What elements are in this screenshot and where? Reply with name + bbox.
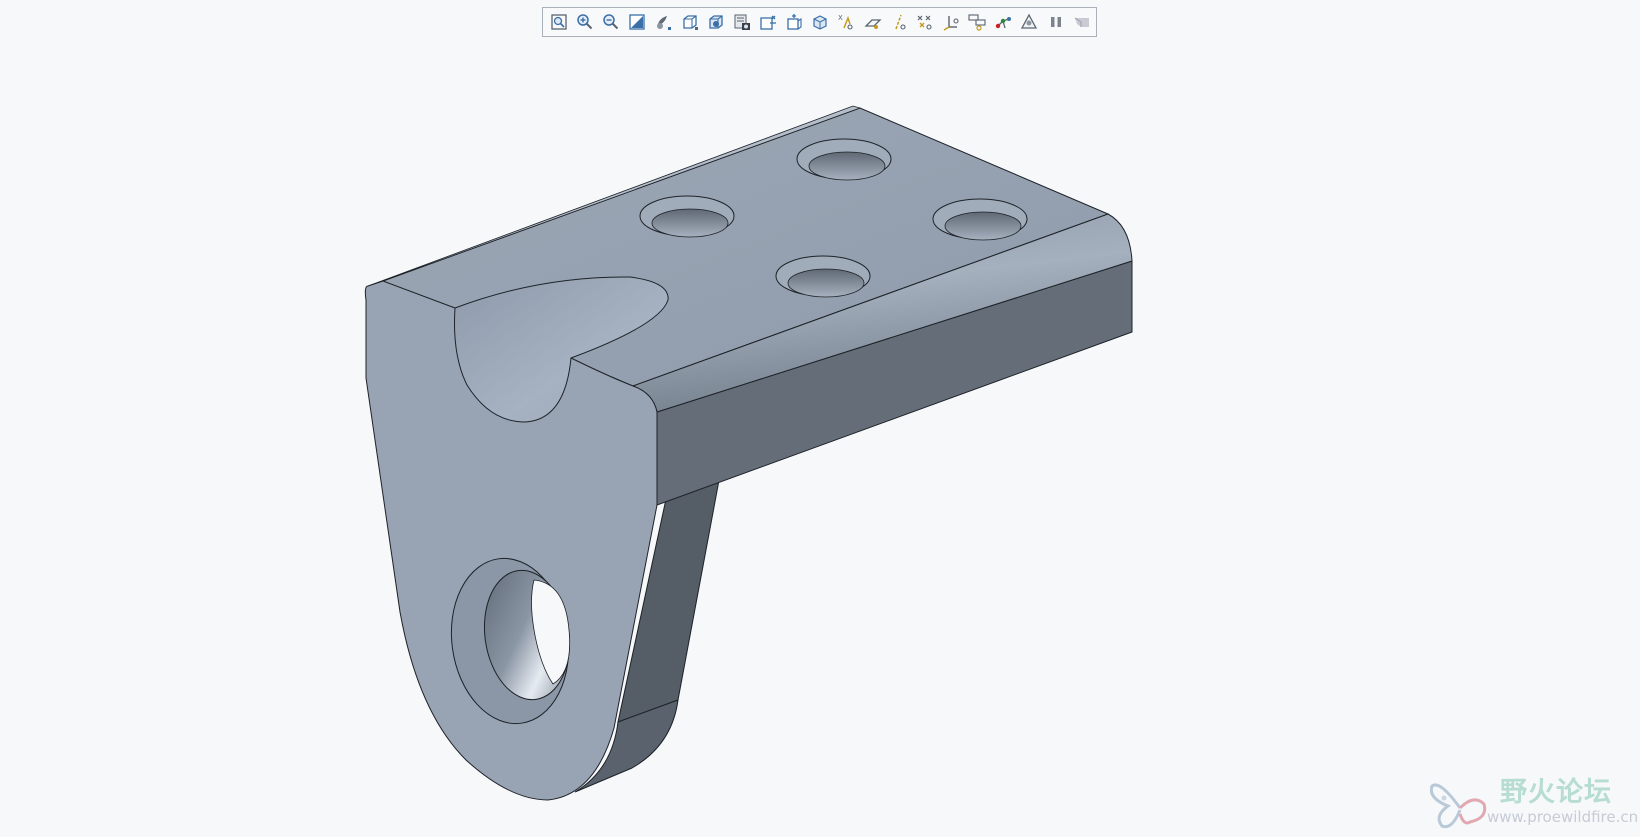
pause-button[interactable] bbox=[1044, 10, 1068, 34]
repaint-button[interactable] bbox=[625, 10, 649, 34]
disabled-flag-icon bbox=[1074, 17, 1089, 27]
svg-text:X: X bbox=[838, 14, 843, 22]
graphics-window[interactable]: X 野火论坛 www.proewildfire.cn bbox=[0, 0, 1640, 837]
spin-center-icon bbox=[813, 15, 827, 30]
skeleton-button[interactable] bbox=[991, 10, 1015, 34]
view-normal-button[interactable] bbox=[965, 10, 989, 34]
refit-icon bbox=[551, 14, 567, 30]
watermark: 野火论坛 www.proewildfire.cn bbox=[1430, 768, 1640, 834]
graphics-toolbar: X bbox=[542, 7, 1097, 37]
perspective-view-button[interactable] bbox=[782, 10, 806, 34]
point-display-button[interactable] bbox=[913, 10, 937, 34]
appearance-gallery-icon bbox=[734, 14, 750, 30]
csys-display-button[interactable] bbox=[939, 10, 963, 34]
butterfly-logo-icon bbox=[1430, 783, 1487, 829]
zoom-in-icon bbox=[577, 14, 593, 30]
view-manager-icon bbox=[709, 15, 723, 29]
axis-display-icon bbox=[895, 14, 906, 30]
zoom-out-button[interactable] bbox=[599, 10, 623, 34]
saved-orientations-button[interactable] bbox=[678, 10, 702, 34]
saved-orientations-icon bbox=[682, 15, 698, 30]
section-icon bbox=[760, 15, 777, 30]
spin-center-button[interactable] bbox=[808, 10, 832, 34]
pause-icon bbox=[1050, 17, 1061, 27]
repaint-icon bbox=[629, 14, 645, 30]
plane-display-button[interactable] bbox=[861, 10, 885, 34]
section-button[interactable] bbox=[756, 10, 780, 34]
view-normal-icon bbox=[968, 14, 986, 31]
appearance-gallery-button[interactable] bbox=[730, 10, 754, 34]
csys-display-icon bbox=[943, 16, 959, 31]
display-style-button[interactable] bbox=[652, 10, 676, 34]
refit-button[interactable] bbox=[547, 10, 571, 34]
zoom-out-icon bbox=[603, 14, 619, 30]
perspective-view-icon bbox=[787, 14, 802, 30]
annotation-display-button[interactable]: X bbox=[835, 10, 859, 34]
axis-display-button[interactable] bbox=[887, 10, 911, 34]
zoom-in-button[interactable] bbox=[573, 10, 597, 34]
watermark-title: 野火论坛 bbox=[1500, 777, 1612, 808]
render-icon bbox=[1021, 13, 1038, 29]
watermark-url: www.proewildfire.cn bbox=[1487, 808, 1639, 826]
skeleton-icon bbox=[996, 17, 1012, 29]
view-manager-button[interactable] bbox=[704, 10, 728, 34]
render-button[interactable] bbox=[1018, 10, 1042, 34]
3d-model-bracket[interactable] bbox=[0, 0, 1640, 837]
point-display-icon bbox=[917, 15, 932, 30]
plane-display-icon bbox=[864, 19, 882, 29]
annotation-display-icon: X bbox=[838, 14, 854, 30]
disabled-flag-button[interactable] bbox=[1070, 10, 1094, 34]
display-style-icon bbox=[657, 16, 672, 30]
